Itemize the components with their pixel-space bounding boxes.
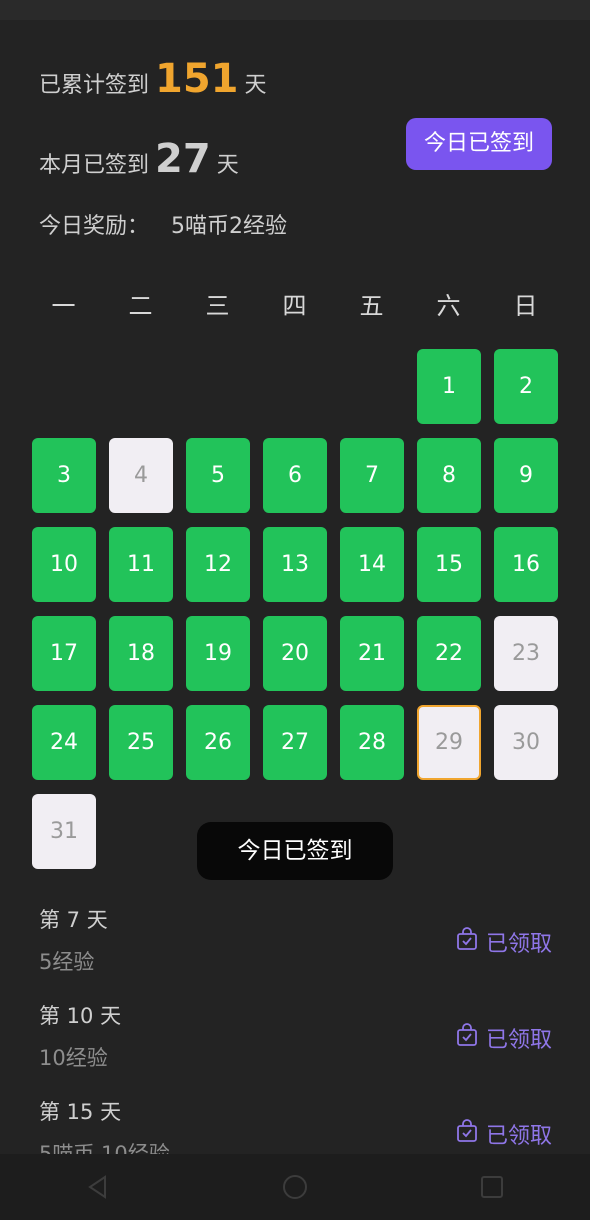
weekday-label: 五: [359, 292, 384, 320]
reward-title: 第 15 天: [39, 1100, 122, 1124]
calendar-day-14[interactable]: 14: [340, 527, 404, 602]
calendar-day-21[interactable]: 21: [340, 616, 404, 691]
calendar-day-29[interactable]: 29: [417, 705, 481, 780]
calendar-blank: [186, 349, 250, 424]
month-suffix: 天: [216, 153, 239, 178]
today-reward-label: 今日奖励：: [39, 214, 150, 239]
calendar-day-10[interactable]: 10: [32, 527, 96, 602]
today-reward-value: 5喵币2经验: [171, 214, 288, 239]
calendar-day-7[interactable]: 7: [340, 438, 404, 513]
total-suffix: 天: [244, 73, 267, 98]
calendar-day-15[interactable]: 15: [417, 527, 481, 602]
checkin-page: 已累计签到 151 天 本月已签到 27 天 今日已签到 今日奖励： 5喵币2经验…: [0, 0, 590, 1220]
streak-reward-list: 第 7 天5经验已领取第 10 天10经验已领取第 15 天5喵币 10经验已领…: [39, 904, 552, 1192]
calendar-day-28[interactable]: 28: [340, 705, 404, 780]
month-prefix: 本月已签到: [39, 153, 150, 178]
calendar-day-31[interactable]: 31: [32, 794, 96, 869]
reward-row: 第 10 天 10经验 已领取: [39, 1000, 552, 1096]
calendar-day-2[interactable]: 2: [494, 349, 558, 424]
home-circle-icon[interactable]: [275, 1167, 315, 1207]
calendar-day-20[interactable]: 20: [263, 616, 327, 691]
claimed-status[interactable]: 已领取: [456, 1118, 552, 1150]
calendar-day-5[interactable]: 5: [186, 438, 250, 513]
total-value: 151: [155, 56, 239, 102]
total-checkin-stat: 已累计签到 151 天: [39, 56, 267, 102]
calendar-day-6[interactable]: 6: [263, 438, 327, 513]
system-nav-bar: [0, 1154, 590, 1220]
calendar-blank: [340, 349, 404, 424]
reward-description: 5经验: [39, 950, 95, 974]
bag-check-icon: [456, 927, 486, 957]
recents-square-icon[interactable]: [472, 1167, 512, 1207]
reward-description: 10经验: [39, 1046, 108, 1070]
calendar-day-27[interactable]: 27: [263, 705, 327, 780]
calendar-blank: [32, 349, 96, 424]
calendar-day-22[interactable]: 22: [417, 616, 481, 691]
calendar-day-26[interactable]: 26: [186, 705, 250, 780]
claimed-label: 已领取: [485, 1124, 552, 1149]
calendar-day-17[interactable]: 17: [32, 616, 96, 691]
calendar-day-3[interactable]: 3: [32, 438, 96, 513]
weekday-label: 六: [436, 292, 461, 320]
checkin-button[interactable]: 今日已签到: [406, 118, 552, 170]
weekday-label: 三: [205, 292, 230, 320]
calendar-day-30[interactable]: 30: [494, 705, 558, 780]
claimed-label: 已领取: [485, 1028, 552, 1053]
calendar-day-19[interactable]: 19: [186, 616, 250, 691]
weekday-label: 四: [282, 292, 307, 320]
claimed-status[interactable]: 已领取: [456, 926, 552, 958]
calendar-day-13[interactable]: 13: [263, 527, 327, 602]
back-triangle-icon[interactable]: [78, 1167, 118, 1207]
calendar-day-8[interactable]: 8: [417, 438, 481, 513]
weekday-label: 二: [128, 292, 153, 320]
reward-title: 第 10 天: [39, 1004, 122, 1028]
month-checkin-stat: 本月已签到 27 天: [39, 136, 239, 182]
reward-title: 第 7 天: [39, 908, 108, 932]
status-bar: [0, 0, 590, 20]
bag-check-icon: [456, 1023, 486, 1053]
total-prefix: 已累计签到: [39, 73, 150, 98]
claimed-label: 已领取: [485, 932, 552, 957]
bag-check-icon: [456, 1119, 486, 1149]
today-reward: 今日奖励： 5喵币2经验: [39, 208, 287, 240]
calendar-day-25[interactable]: 25: [109, 705, 173, 780]
calendar-day-11[interactable]: 11: [109, 527, 173, 602]
toast-message: 今日已签到: [197, 822, 393, 880]
calendar-day-23[interactable]: 23: [494, 616, 558, 691]
weekday-label: 日: [513, 292, 538, 320]
claimed-status[interactable]: 已领取: [456, 1022, 552, 1054]
calendar-day-1[interactable]: 1: [417, 349, 481, 424]
month-value: 27: [155, 136, 211, 182]
calendar-day-9[interactable]: 9: [494, 438, 558, 513]
calendar-day-24[interactable]: 24: [32, 705, 96, 780]
calendar-day-12[interactable]: 12: [186, 527, 250, 602]
weekday-label: 一: [51, 292, 76, 320]
calendar-day-4[interactable]: 4: [109, 438, 173, 513]
calendar-blank: [109, 349, 173, 424]
calendar-day-16[interactable]: 16: [494, 527, 558, 602]
calendar-blank: [263, 349, 327, 424]
weekday-header: 一二三四五六日: [25, 286, 565, 321]
calendar-grid: 1 2 3 4 5 6 7 8 9 10 11 12 13 14 15 16 17 18 19 20 21 22 23 24 2…: [32, 349, 558, 869]
calendar-day-18[interactable]: 18: [109, 616, 173, 691]
reward-row: 第 7 天 5经验 已领取: [39, 904, 552, 1000]
